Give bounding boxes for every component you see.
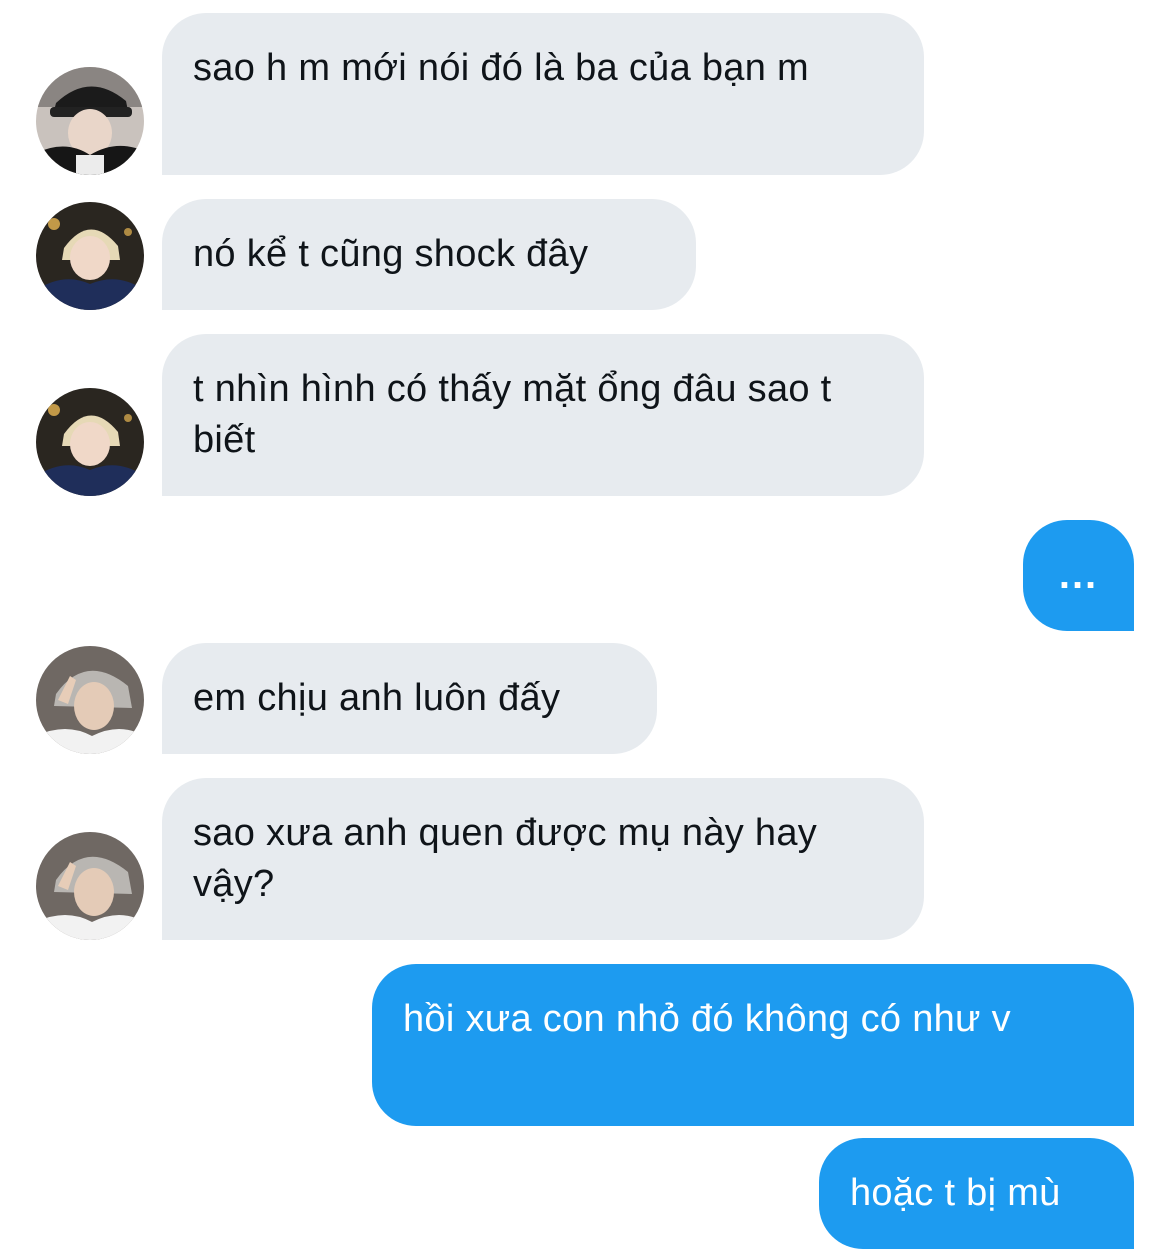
profile-photo-icon [36,388,144,496]
avatar-participant-3[interactable] [36,832,144,940]
message-bubble-outgoing[interactable]: hoặc t bị mù [819,1138,1134,1249]
message-bubble-incoming[interactable]: sao xưa anh quen được mụ này hay vậy? [162,778,924,940]
avatar-participant-2[interactable] [36,202,144,310]
profile-photo-icon [36,202,144,310]
profile-photo-icon [36,832,144,940]
message-bubble-incoming[interactable]: sao h m mới nói đó là ba của bạn m [162,13,924,175]
profile-photo-icon [36,646,144,754]
avatar-participant-2[interactable] [36,388,144,496]
dm-conversation: { "conversation": { "messages": [ {"send… [0,0,1170,1259]
profile-photo-icon [36,67,144,175]
message-bubble-outgoing[interactable]: ... [1023,520,1134,631]
avatar-participant-3[interactable] [36,646,144,754]
message-bubble-incoming[interactable]: t nhìn hình có thấy mặt ổng đâu sao t bi… [162,334,924,496]
avatar-participant-1[interactable] [36,67,144,175]
message-bubble-incoming[interactable]: nó kể t cũng shock đây [162,199,696,310]
message-bubble-outgoing[interactable]: hồi xưa con nhỏ đó không có như v [372,964,1134,1126]
message-bubble-incoming[interactable]: em chịu anh luôn đấy [162,643,657,754]
